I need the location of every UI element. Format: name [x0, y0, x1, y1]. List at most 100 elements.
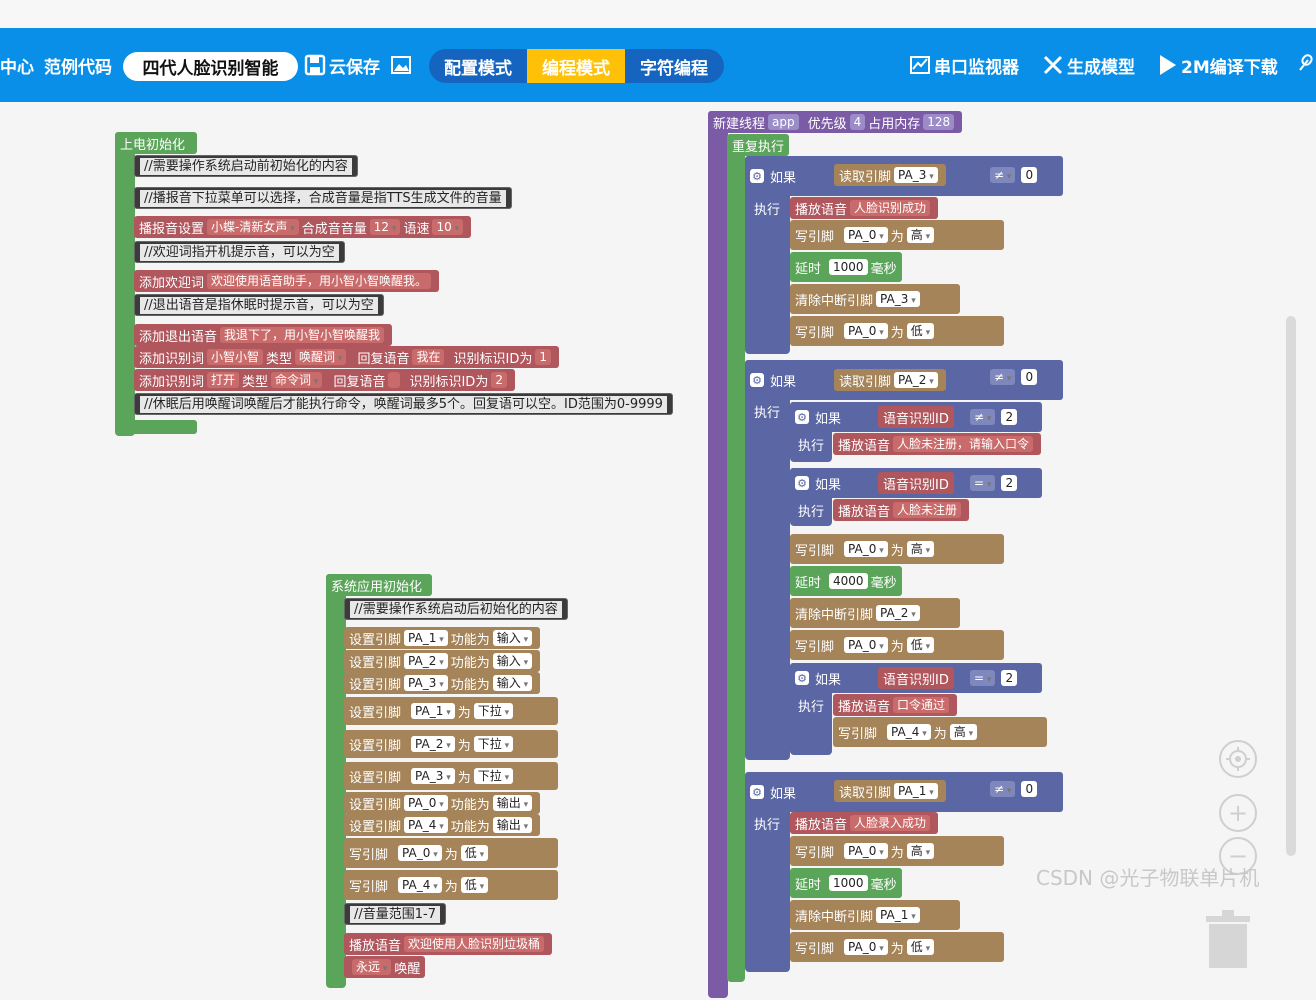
wake-mode-block[interactable]: 永远唤醒 [344, 956, 426, 978]
gear-icon[interactable]: ⚙ [795, 476, 809, 490]
new-thread-block[interactable]: 新建线程 app 优先级 4 占用内存 128 [708, 111, 963, 133]
comment-block[interactable]: //需要操作系统启动前初始化的内容 [134, 155, 358, 177]
sysinit-hat-block[interactable]: 系统应用初始化 [326, 574, 432, 596]
write-pin-block[interactable]: 写引脚 PA_0为高 [790, 220, 1004, 250]
voice-text-field[interactable]: 人脸录入成功 [850, 815, 931, 831]
compare-operator[interactable]: ≠2 [962, 406, 1026, 428]
memory-field[interactable]: 128 [923, 114, 955, 130]
voice-text-field[interactable]: 人脸未注册，请输入口令 [893, 436, 1034, 452]
compile-download-button[interactable]: 2M编译下载 [1158, 28, 1278, 102]
voice-text-field[interactable]: 口令通过 [893, 697, 950, 713]
recognition-word-block[interactable]: 添加识别词打开类型命令词回复语音 识别标识ID为2 [134, 369, 515, 391]
serial-monitor-button[interactable]: 串口监视器 [909, 28, 1019, 102]
play-voice-block[interactable]: 播放语音 人脸录入成功 [790, 812, 939, 834]
pin-dropdown[interactable]: PA_0 [844, 637, 888, 653]
read-pin-block[interactable]: 读取引脚 PA_1 [834, 780, 946, 802]
cloud-save-button[interactable]: 云保存 [304, 28, 380, 102]
read-pin-block[interactable]: 读取引脚 PA_2 [834, 369, 946, 391]
voice-id-block[interactable]: 语音识别ID [878, 472, 954, 494]
write-pin-block[interactable]: 写引脚 PA_0为低 [344, 838, 558, 868]
clear-interrupt-block[interactable]: 清除中断引脚 PA_2 [790, 598, 960, 628]
voice-text-field[interactable]: 人脸识别成功 [850, 200, 931, 216]
pin-dropdown[interactable]: PA_4 [887, 724, 931, 740]
compare-operator[interactable]: =2 [962, 472, 1026, 494]
trash-icon[interactable] [1204, 910, 1252, 968]
zoom-in-icon[interactable]: + [1219, 794, 1257, 832]
compare-operator[interactable]: ≠0 [982, 164, 1046, 186]
tab-char-mode[interactable]: 字符编程 [625, 49, 723, 83]
read-pin-block[interactable]: 读取引脚 PA_3 [834, 164, 946, 186]
pin-dropdown[interactable]: PA_2 [894, 372, 938, 388]
pin-dropdown[interactable]: PA_0 [404, 795, 448, 811]
compare-operator[interactable]: ≠0 [982, 778, 1046, 800]
value-field[interactable]: 2 [1001, 409, 1018, 425]
operator-dropdown[interactable]: ≠ [990, 781, 1016, 797]
voice-text-field[interactable]: 人脸未注册 [893, 502, 962, 518]
reply-field[interactable]: 我在 [412, 349, 445, 365]
exit-text-field[interactable]: 我退下了，用小智小智唤醒我 [220, 327, 385, 343]
compare-operator[interactable]: ≠0 [982, 366, 1046, 388]
gear-icon[interactable]: ⚙ [795, 410, 809, 424]
operator-dropdown[interactable]: ≠ [970, 409, 996, 425]
examples-link[interactable]: 范例代码 [44, 28, 112, 102]
reply-field[interactable] [388, 372, 401, 388]
comment-block[interactable]: //音量范围1-7 [344, 903, 446, 925]
exit-voice-block[interactable]: 添加退出语音 我退下了，用小智小智唤醒我 [134, 324, 393, 346]
pin-dropdown[interactable]: PA_2 [876, 605, 920, 621]
type-dropdown[interactable]: 唤醒词 [295, 349, 347, 365]
write-pin-block[interactable]: 写引脚 PA_0为高 [790, 836, 1004, 866]
wake-mode-dropdown[interactable]: 永远 [352, 959, 392, 975]
repeat-forever-block[interactable]: 重复执行 [727, 134, 790, 156]
delay-field[interactable]: 1000 [829, 259, 868, 275]
set-pin-pull-block[interactable]: 设置引脚 PA_3为下拉 [344, 762, 558, 790]
pin-dropdown[interactable]: PA_3 [894, 167, 938, 183]
operator-dropdown[interactable]: ≠ [990, 369, 1016, 385]
operator-dropdown[interactable]: ≠ [990, 167, 1016, 183]
pin-dropdown[interactable]: PA_0 [398, 845, 442, 861]
play-voice-block[interactable]: 播放语音 口令通过 [833, 694, 958, 716]
comment-block[interactable]: //欢迎词指开机提示音，可以为空 [134, 241, 345, 263]
write-pin-block[interactable]: 写引脚 PA_4为低 [344, 870, 558, 900]
value-field[interactable]: 0 [1021, 167, 1038, 183]
pin-dropdown[interactable]: PA_0 [844, 323, 888, 339]
pin-dropdown[interactable]: PA_1 [876, 907, 920, 923]
voice-id-block[interactable]: 语音识别ID [878, 667, 954, 689]
mode-dropdown[interactable]: 输出 [492, 795, 533, 811]
operator-dropdown[interactable]: = [970, 670, 996, 686]
compare-operator[interactable]: =2 [962, 667, 1026, 689]
level-dropdown[interactable]: 低 [460, 845, 489, 861]
gear-icon[interactable]: ⚙ [750, 785, 764, 799]
recenter-icon[interactable] [1219, 740, 1257, 778]
delay-block[interactable]: 延时 1000 毫秒 [790, 252, 902, 282]
level-dropdown[interactable]: 低 [906, 939, 935, 955]
mode-dropdown[interactable]: 输出 [492, 817, 533, 833]
write-pin-block[interactable]: 写引脚 PA_4为高 [833, 717, 1047, 747]
pin-dropdown[interactable]: PA_1 [411, 703, 455, 719]
play-voice-block[interactable]: 播放语音 人脸未注册，请输入口令 [833, 433, 1042, 455]
pull-dropdown[interactable]: 下拉 [473, 736, 514, 752]
pin-dropdown[interactable]: PA_4 [398, 877, 442, 893]
value-field[interactable]: 0 [1021, 369, 1038, 385]
set-pin-function-block[interactable]: 设置引脚PA_3功能为输入 [344, 672, 541, 694]
voice-dropdown[interactable]: 小蝶-清新女声 [207, 219, 299, 235]
value-field[interactable]: 0 [1021, 781, 1038, 797]
clear-interrupt-block[interactable]: 清除中断引脚 PA_1 [790, 900, 960, 930]
tab-code-mode[interactable]: 编程模式 [527, 49, 625, 83]
mode-dropdown[interactable]: 输入 [492, 653, 533, 669]
volume-dropdown[interactable]: 12 [369, 219, 401, 235]
mode-dropdown[interactable]: 输入 [492, 675, 533, 691]
pin-dropdown[interactable]: PA_2 [404, 653, 448, 669]
operator-dropdown[interactable]: = [970, 475, 996, 491]
level-dropdown[interactable]: 高 [906, 541, 935, 557]
comment-block[interactable]: //需要操作系统启动后初始化的内容 [344, 598, 568, 620]
welcome-text-field[interactable]: 欢迎使用语音助手，用小智小智唤醒我。 [207, 273, 432, 289]
pin-dropdown[interactable]: PA_3 [411, 768, 455, 784]
set-pin-pull-block[interactable]: 设置引脚 PA_1为下拉 [344, 697, 558, 725]
pin-dropdown[interactable]: PA_3 [404, 675, 448, 691]
pin-dropdown[interactable]: PA_4 [404, 817, 448, 833]
play-voice-block[interactable]: 播放语音 人脸未注册 [833, 499, 970, 521]
set-pin-function-block[interactable]: 设置引脚PA_2功能为输入 [344, 650, 541, 672]
level-dropdown[interactable]: 低 [460, 877, 489, 893]
level-dropdown[interactable]: 高 [949, 724, 978, 740]
id-field[interactable]: 1 [535, 349, 551, 365]
